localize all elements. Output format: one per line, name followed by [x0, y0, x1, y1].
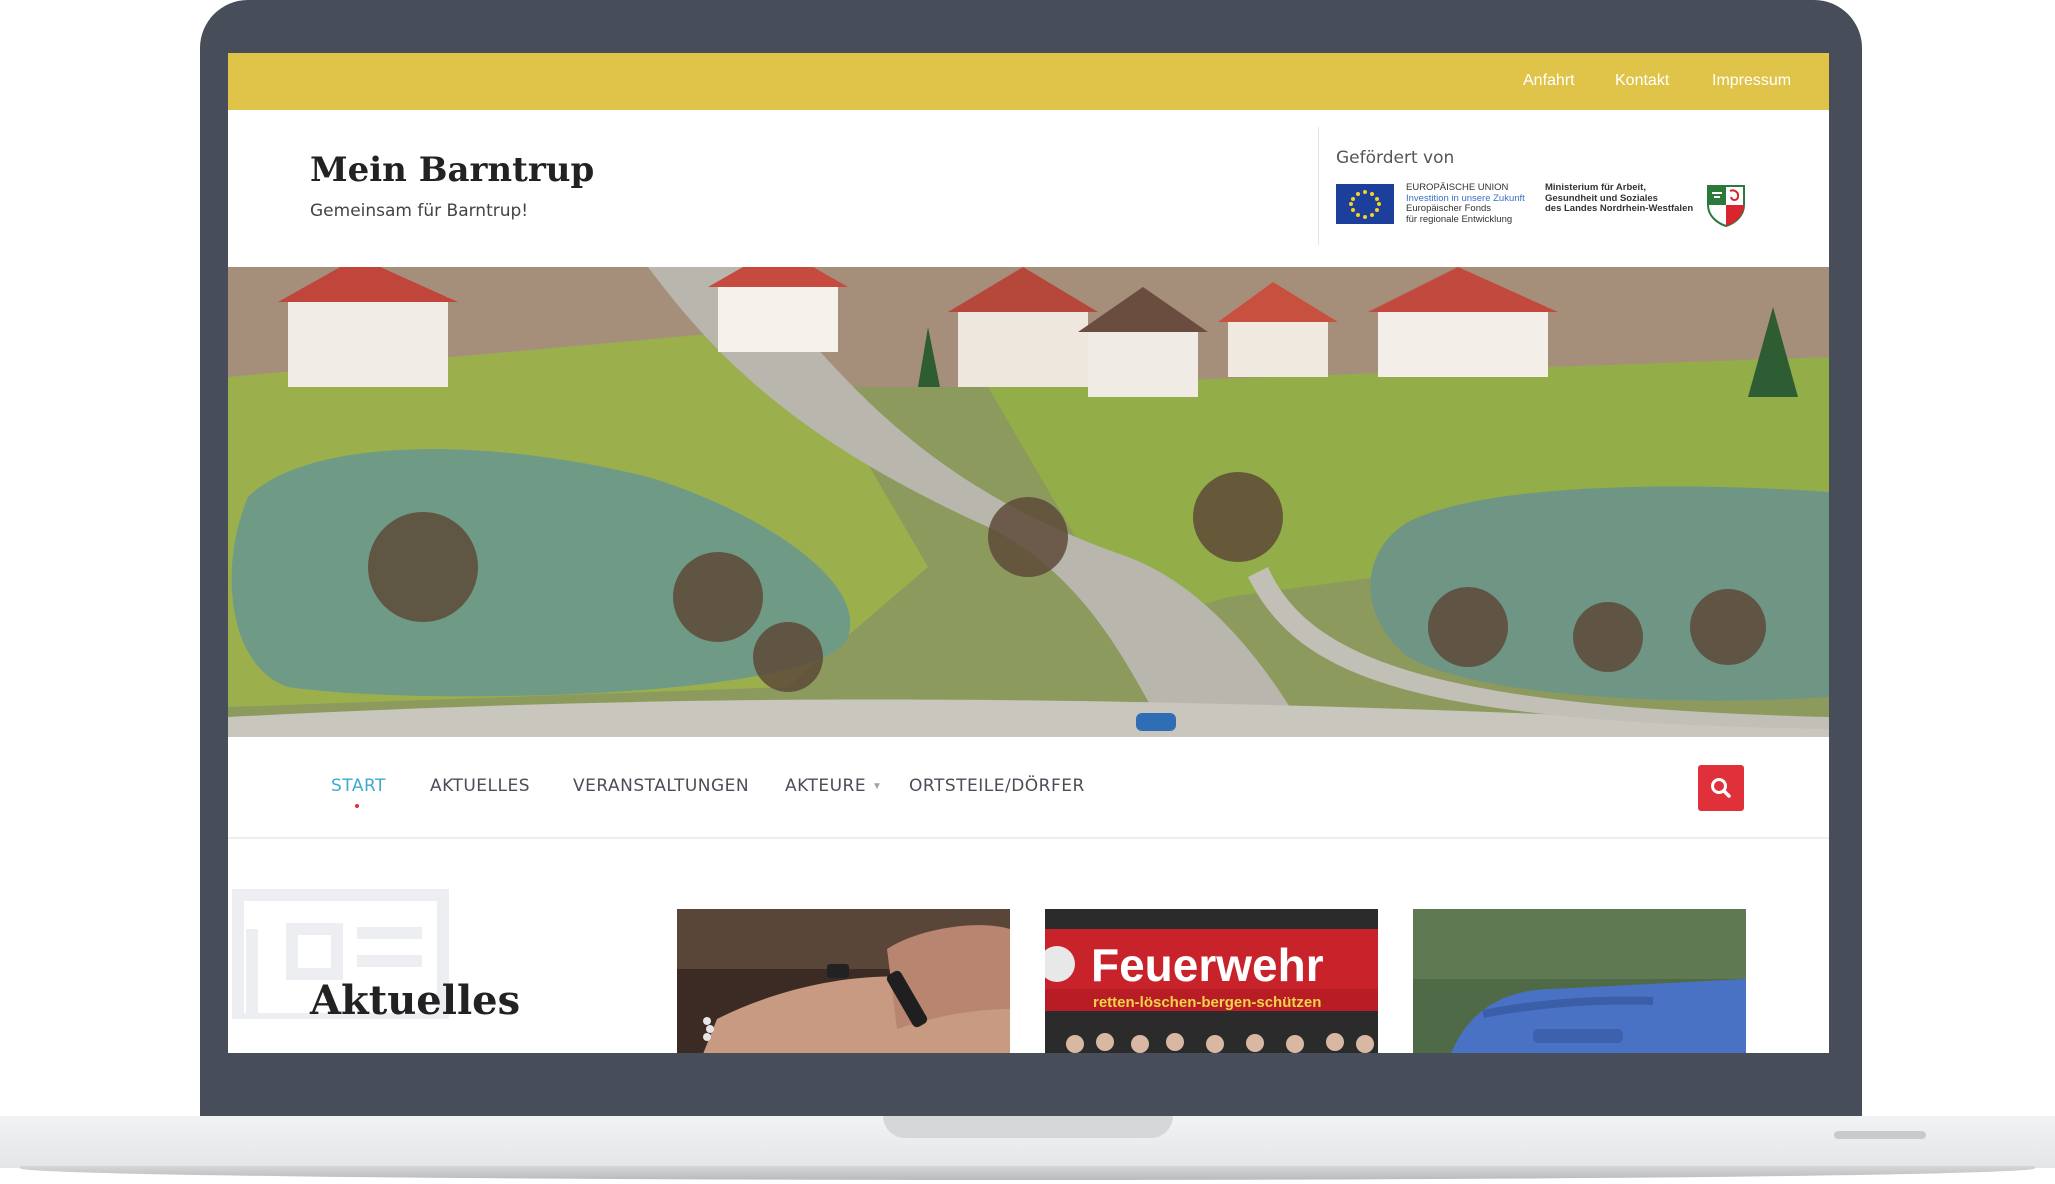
card-image-hands [677, 909, 1010, 1053]
topbar-link-kontakt[interactable]: Kontakt [1615, 72, 1669, 90]
nrw-line-3: des Landes Nordrhein-Westfalen [1545, 203, 1694, 214]
section-title: Aktuelles [310, 977, 521, 1024]
feuerwehr-sign-subtext: retten-löschen-bergen-schützen [1093, 994, 1321, 1011]
active-indicator-dot [355, 804, 359, 808]
funding-label: Gefördert von [1336, 148, 1455, 168]
topbar-link-impressum[interactable]: Impressum [1712, 72, 1791, 90]
news-card-3[interactable] [1413, 909, 1746, 1053]
content-section: Aktuelles Feuerwehr retten-löschen-berge… [228, 839, 1829, 1053]
eu-funding-text: EUROPÄISCHE UNION Investition in unsere … [1406, 182, 1525, 225]
eu-flag-icon [1336, 184, 1394, 224]
nav-item-start[interactable]: START [331, 776, 386, 796]
news-card-1[interactable] [677, 909, 1010, 1053]
nav-item-aktuelles[interactable]: AKTUELLES [430, 776, 530, 796]
laptop-indicator [1834, 1131, 1926, 1139]
browser-screen: Anfahrt Kontakt Impressum Mein Barntrup … [228, 53, 1829, 1053]
eu-line-1: EUROPÄISCHE UNION [1406, 182, 1509, 193]
news-card-2[interactable]: Feuerwehr retten-löschen-bergen-schützen [1045, 909, 1378, 1053]
header-divider [1318, 127, 1319, 245]
search-icon [1711, 778, 1731, 798]
site-header: Mein Barntrup Gemeinsam für Barntrup! Ge… [228, 110, 1829, 267]
nrw-line-1: Ministerium für Arbeit, [1545, 182, 1646, 193]
card-image-bin [1413, 909, 1746, 1053]
chevron-down-icon[interactable]: ▼ [872, 781, 882, 792]
feuerwehr-sign-text: Feuerwehr [1091, 939, 1324, 991]
laptop-base-edge [20, 1166, 2035, 1180]
nrw-crest-icon [1707, 185, 1745, 227]
site-title[interactable]: Mein Barntrup [310, 150, 594, 190]
nav-item-akteure[interactable]: AKTEURE [785, 776, 866, 796]
main-navigation: START AKTUELLES VERANSTALTUNGEN AKTEURE … [228, 737, 1829, 839]
site-tagline: Gemeinsam für Barntrup! [310, 201, 529, 221]
top-bar: Anfahrt Kontakt Impressum [228, 53, 1829, 110]
card-image-feuerwehr: Feuerwehr retten-löschen-bergen-schützen [1045, 909, 1378, 1053]
search-button[interactable] [1698, 765, 1744, 811]
nav-item-veranstaltungen[interactable]: VERANSTALTUNGEN [573, 776, 749, 796]
laptop-notch [883, 1116, 1173, 1138]
nav-item-ortsteile[interactable]: ORTSTEILE/DÖRFER [909, 776, 1085, 796]
topbar-link-anfahrt[interactable]: Anfahrt [1523, 72, 1575, 90]
nrw-ministry-text: Ministerium für Arbeit, Gesundheit und S… [1545, 182, 1694, 215]
hero-aerial-image [228, 267, 1829, 737]
eu-line-4: für regionale Entwicklung [1406, 213, 1513, 225]
eu-line-3: Europäischer Fonds [1406, 203, 1492, 214]
